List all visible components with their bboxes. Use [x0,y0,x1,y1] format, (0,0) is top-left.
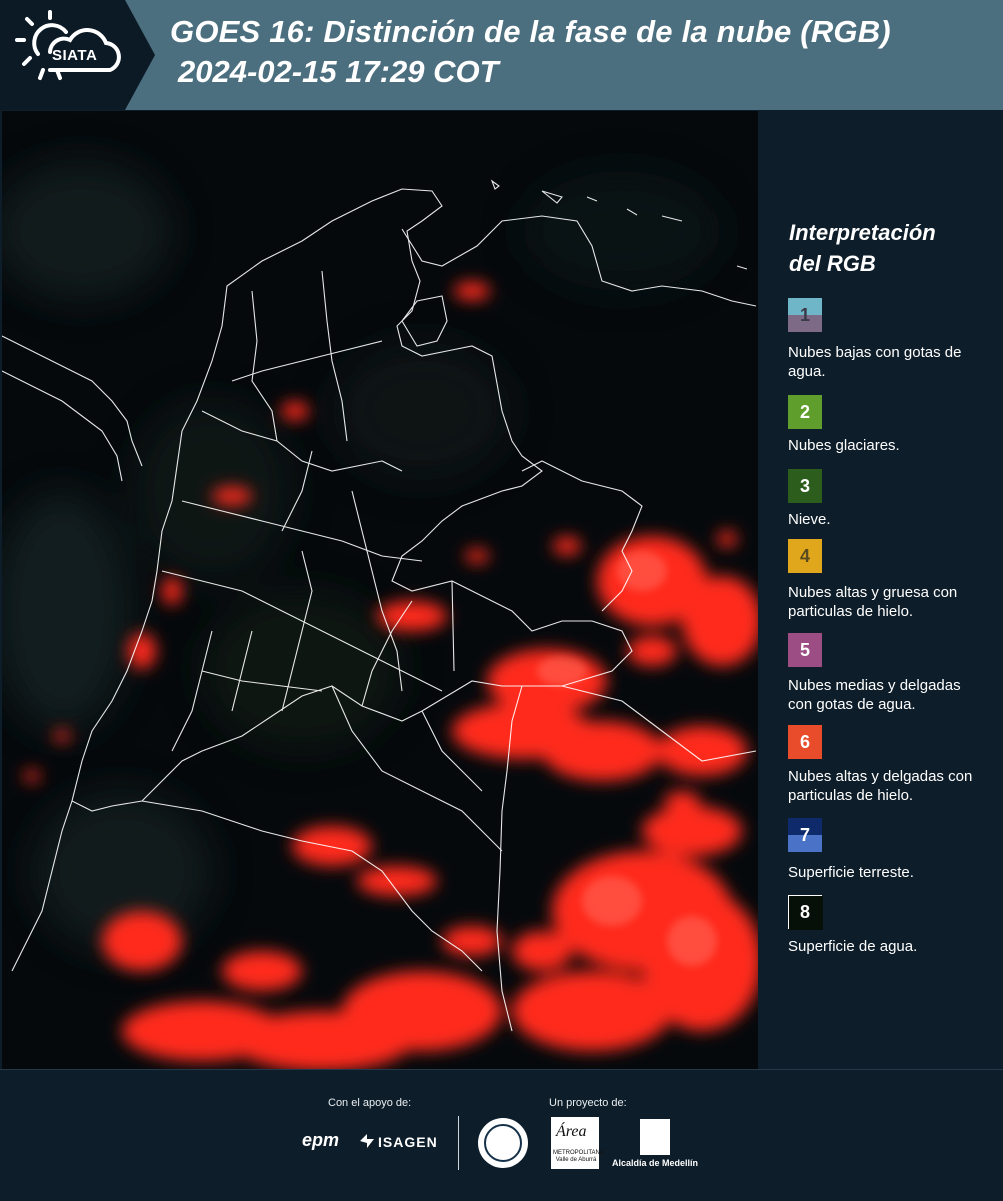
legend-label-2: Nubes glaciares. [788,437,900,454]
legend-swatch-5: 5 [788,633,822,667]
page-title: GOES 16: Distinción de la fase de la nub… [170,14,891,49]
legend-swatch-8: 8 [788,895,823,930]
footer-bar: Con el apoyo de: Un proyecto de: epm ISA… [0,1069,1003,1201]
siata-logo: SIATA [0,0,155,110]
legend-label-4: Nubes altas y gruesa con particulas de h… [788,584,958,620]
legend-swatch-6: 6 [788,725,822,759]
header-bar: SIATA GOES 16: Distinción de la fase de … [0,0,1003,110]
legend-label-8: Superficie de agua. [788,938,918,955]
isagen-icon [360,1134,374,1148]
legend-title: Interpretación del RGB [789,220,936,276]
isagen-logo: ISAGEN [378,1134,438,1150]
siata-logo-text: SIATA [52,47,98,64]
legend-label-1: Nubes bajas con gotas de agua. [788,344,962,380]
legend-label-6: Nubes altas y delgadas con particulas de… [788,768,973,804]
support-label: Con el apoyo de: [328,1097,412,1109]
satellite-map[interactable] [2,111,758,1069]
legend-swatch-3: 3 [788,469,822,503]
area-metropolitana-logo: Área METROPOLITANA Valle de Aburrá [551,1117,604,1169]
legend-label-5: Nubes medias y delgadas con gotas de agu… [788,677,961,713]
legend-swatch-1: 1 [788,298,822,332]
project-label: Un proyecto de: [549,1097,627,1109]
legend-label-7: Superficie terreste. [788,864,914,881]
satellite-image [2,161,758,1069]
legend-panel: Interpretación del RGB 1 Nubes bajas con… [759,111,1003,1069]
alcaldia-shield-icon [640,1119,670,1155]
legend-swatch-7: 7 [788,818,822,852]
legend-swatch-4: 4 [788,539,822,573]
institution-seal-icon [478,1118,528,1168]
legend-swatch-2: 2 [788,395,822,429]
epm-logo: epm [302,1130,340,1150]
page-timestamp: 2024-02-15 17:29 COT [178,54,499,89]
legend-label-3: Nieve. [788,511,831,528]
alcaldia-logo-text: Alcaldía de Medellín [612,1158,699,1168]
footer-divider [458,1116,459,1170]
